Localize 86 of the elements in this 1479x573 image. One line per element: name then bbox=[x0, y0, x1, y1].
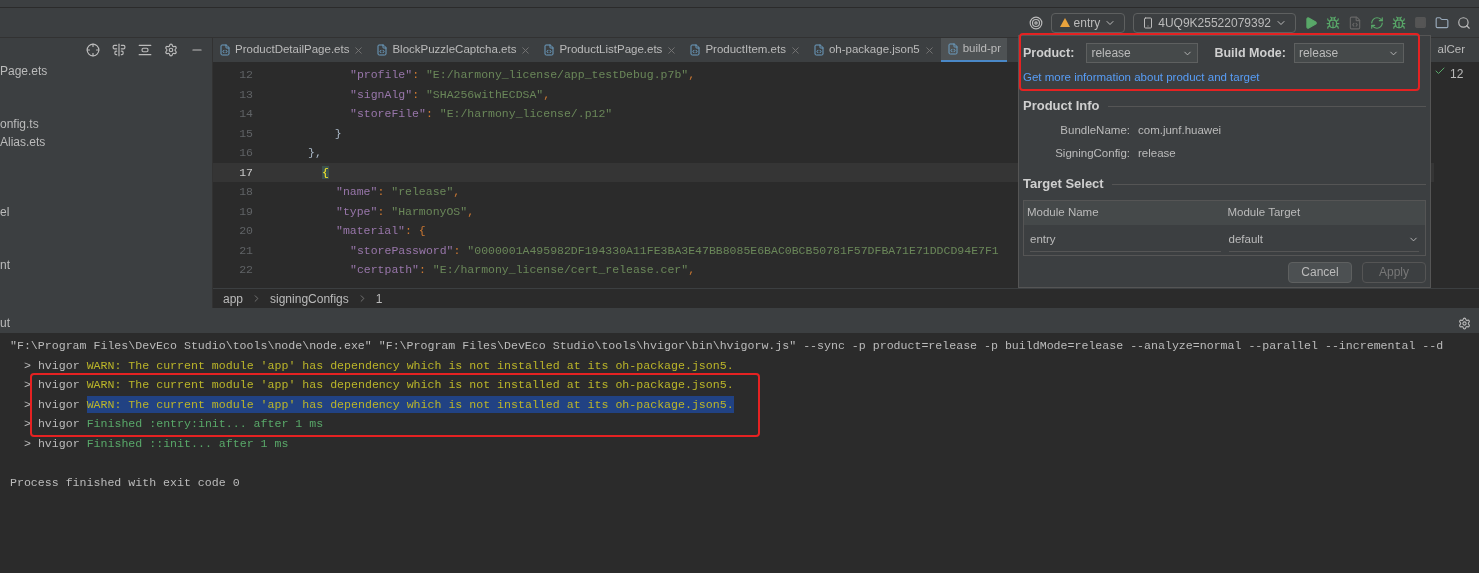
module-icon bbox=[1059, 17, 1070, 28]
file-icon bbox=[376, 44, 389, 56]
dialog-button[interactable]: Cancel bbox=[1288, 261, 1352, 283]
tree-item[interactable]: onfig.ts bbox=[0, 115, 212, 133]
bug-icon[interactable] bbox=[1326, 15, 1340, 30]
breadcrumb-item[interactable]: signingConfigs bbox=[270, 289, 349, 308]
file-icon bbox=[812, 44, 825, 56]
line-number: 15 bbox=[238, 125, 253, 142]
editor-tab[interactable]: BlockPuzzleCaptcha.ets bbox=[370, 38, 538, 62]
code-line: "name": "release", bbox=[335, 184, 461, 201]
column-header: Module Name bbox=[1026, 205, 1100, 221]
editor-tab[interactable]: build-pr bbox=[940, 38, 1008, 62]
section-title: Target Select bbox=[1023, 175, 1104, 194]
settings-icon[interactable] bbox=[1458, 316, 1471, 330]
editor-tab[interactable]: ProductDetailPage.ets bbox=[213, 38, 371, 62]
column-header: Module Target bbox=[1226, 205, 1302, 221]
folder-icon[interactable] bbox=[1435, 15, 1449, 30]
line-number: 16 bbox=[238, 145, 253, 162]
refresh-icon[interactable] bbox=[1370, 15, 1384, 30]
field-label: Product: bbox=[1023, 44, 1075, 62]
tree-item[interactable]: nt bbox=[0, 256, 212, 274]
line-number: 20 bbox=[238, 223, 253, 240]
tree-item[interactable]: Page.ets bbox=[0, 62, 212, 80]
console-prefix: > hvigor bbox=[23, 396, 80, 413]
code-line: "certpath": "E:/harmony_license/cert_release.cer", bbox=[349, 262, 696, 279]
bug-icon[interactable] bbox=[1392, 15, 1406, 30]
code-line: "profile": "E:/harmony_license/app_testDebug.p7b", bbox=[349, 67, 696, 84]
close-icon[interactable] bbox=[666, 44, 678, 56]
panel-tab[interactable]: ut bbox=[0, 314, 10, 332]
target-dropdown[interactable]: default bbox=[1228, 227, 1419, 252]
phone-icon bbox=[1142, 16, 1155, 29]
section-title: Product Info bbox=[1023, 97, 1100, 116]
info-label: BundleName: bbox=[1059, 122, 1131, 138]
info-value: release bbox=[1138, 146, 1176, 161]
code-line: } bbox=[333, 125, 342, 142]
file-icon bbox=[219, 44, 231, 56]
console-prefix: > hvigor bbox=[23, 357, 80, 374]
module-dropdown[interactable]: entry bbox=[1050, 12, 1126, 33]
code-line: "signAlg": "SHA256withECDSA", bbox=[349, 86, 551, 103]
close-icon[interactable] bbox=[789, 44, 801, 56]
info-label: SigningConfig: bbox=[1054, 146, 1131, 161]
line-number: 12 bbox=[238, 67, 253, 84]
console-prefix: > hvigor bbox=[23, 416, 80, 433]
line-number: 19 bbox=[238, 203, 253, 220]
close-icon[interactable] bbox=[923, 44, 935, 56]
device-dropdown[interactable]: 4UQ9K25522079392 bbox=[1133, 12, 1296, 33]
settings-icon[interactable] bbox=[164, 43, 178, 57]
table-cell[interactable]: entry bbox=[1030, 227, 1221, 252]
editor-tab[interactable]: alCer bbox=[1437, 38, 1479, 62]
editor-tab[interactable]: ProductItem.ets bbox=[683, 38, 807, 62]
crosshair-icon[interactable] bbox=[86, 43, 100, 57]
breadcrumb-item[interactable]: app bbox=[223, 289, 244, 308]
line-number: 18 bbox=[238, 184, 253, 201]
code-line: "material": { bbox=[335, 223, 426, 240]
file-icon bbox=[946, 43, 959, 55]
line-number: 22 bbox=[238, 262, 253, 279]
close-icon[interactable] bbox=[520, 44, 532, 56]
code-line: "storeFile": "E:/harmony_license/.p12" bbox=[349, 106, 613, 123]
console-prefix: > hvigor bbox=[23, 435, 80, 452]
editor-tab[interactable]: ProductListPage.ets bbox=[537, 38, 684, 62]
line-number: 17 bbox=[238, 164, 253, 181]
build-mode-dropdown[interactable]: release bbox=[1293, 43, 1404, 63]
code-line: "storePassword": "0000001A495982DF194330A11FE3BA3E47BB8085E6BAC0BCB50781F57DFBA71E71DDCD94E7F1 bbox=[349, 242, 999, 259]
editor-tab[interactable]: oh-package.json5 bbox=[806, 38, 941, 62]
line-number: 14 bbox=[238, 106, 253, 123]
console-prefix: > hvigor bbox=[23, 377, 80, 394]
breadcrumb-item[interactable]: 1 bbox=[375, 289, 383, 308]
search-icon[interactable] bbox=[1457, 15, 1471, 30]
tree-item[interactable]: Alias.ets bbox=[0, 133, 212, 151]
info-link[interactable]: Get more information about product and target bbox=[1023, 69, 1426, 87]
info-value: com.junf.huawei bbox=[1138, 122, 1222, 138]
line-number: 13 bbox=[238, 86, 253, 103]
field-label: Build Mode: bbox=[1214, 44, 1286, 62]
file-icon bbox=[689, 44, 702, 56]
check-icon bbox=[1434, 65, 1446, 77]
expand-icon[interactable] bbox=[112, 43, 126, 57]
close-icon[interactable] bbox=[353, 44, 365, 56]
run-icon[interactable] bbox=[1304, 15, 1318, 30]
tree-item[interactable]: el bbox=[0, 203, 212, 221]
collapse-icon[interactable] bbox=[138, 43, 152, 57]
target-icon[interactable] bbox=[1028, 15, 1043, 30]
code-line: "type": "HarmonyOS", bbox=[335, 203, 475, 220]
code-line: }, bbox=[307, 145, 322, 162]
problems-count[interactable]: 12 bbox=[1450, 65, 1464, 83]
product-dropdown[interactable]: release bbox=[1086, 43, 1199, 63]
file-icon bbox=[543, 44, 556, 56]
